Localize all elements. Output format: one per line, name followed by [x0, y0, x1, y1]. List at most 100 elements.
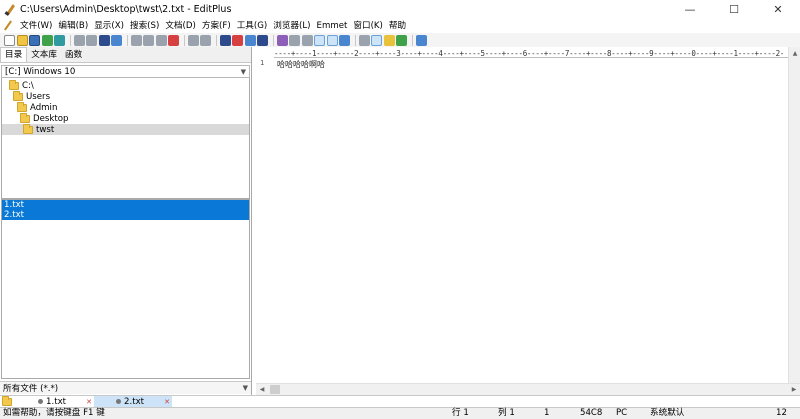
scroll-up-arrow-icon[interactable]: ▲	[789, 47, 800, 59]
folder-icon	[9, 79, 19, 90]
tab-cliptext[interactable]: 文本库	[27, 48, 61, 62]
cut-icon[interactable]	[130, 34, 142, 46]
directory-tree: C:\ Users Admin Desktop twst	[1, 78, 250, 199]
doc-tab-1[interactable]: 1.txt ✕	[16, 396, 94, 407]
tree-item-desktop[interactable]: Desktop	[2, 112, 249, 124]
vertical-scrollbar[interactable]: ▲	[788, 47, 800, 383]
menu-document[interactable]: 文档(D)	[162, 19, 199, 33]
font-icon[interactable]	[276, 34, 288, 46]
editor-area[interactable]: ----+----1----+----2----+----3----+----4…	[256, 47, 800, 395]
print-icon[interactable]	[73, 34, 85, 46]
menu-emmet[interactable]: Emmet	[314, 19, 351, 33]
delete-icon[interactable]	[168, 34, 179, 46]
drive-select[interactable]: [C:] Windows 10 ▼	[1, 65, 250, 78]
menu-project[interactable]: 方案(F)	[199, 19, 234, 33]
status-bar: 如需帮助，请按键盘 F1 键 行 1 列 1 1 54C8 PC 系统默认 12	[0, 407, 800, 419]
fullscreen-icon[interactable]	[396, 34, 407, 46]
document-icon	[116, 399, 121, 404]
cliptext-icon[interactable]	[383, 34, 395, 46]
tree-item-c-drive[interactable]: C:\	[2, 79, 249, 91]
doc-tab-2[interactable]: 2.txt ✕	[94, 396, 172, 407]
undo-icon[interactable]	[187, 34, 199, 46]
menu-search[interactable]: 搜索(S)	[127, 19, 162, 33]
left-panel-tabs: 目录 文本库 函数	[0, 47, 251, 63]
scrollbar-thumb[interactable]	[270, 385, 280, 394]
status-help: 如需帮助，请按键盘 F1 键	[3, 408, 105, 418]
window-controls: — ☐ ✕	[668, 0, 800, 19]
file-list-item[interactable]: 1.txt	[2, 200, 249, 210]
find-icon[interactable]	[219, 34, 231, 46]
menu-app-icon[interactable]	[1, 20, 17, 32]
tree-item-users[interactable]: Users	[2, 90, 249, 102]
chevron-down-icon: ▼	[242, 384, 248, 392]
new-file-icon[interactable]	[4, 34, 15, 46]
tab-close-icon[interactable]: ✕	[164, 398, 170, 406]
column-select-icon[interactable]	[326, 34, 338, 46]
print-preview-icon[interactable]	[86, 34, 97, 46]
ruler-toggle-icon[interactable]	[314, 34, 325, 46]
file-list-item[interactable]: 2.txt	[2, 210, 249, 220]
drive-select-value: [C:] Windows 10	[5, 66, 76, 77]
output-window-icon[interactable]	[371, 34, 382, 46]
directory-window-icon[interactable]	[358, 34, 370, 46]
goto-line-icon[interactable]	[257, 34, 268, 46]
tree-item-twst[interactable]: twst	[2, 123, 249, 135]
scroll-left-arrow-icon[interactable]: ◀	[256, 384, 268, 396]
menu-help[interactable]: 帮助	[386, 19, 409, 33]
status-line: 行 1	[452, 408, 469, 418]
horizontal-scrollbar[interactable]: ◀ ▶	[256, 383, 800, 395]
close-button[interactable]: ✕	[756, 0, 800, 19]
toolbar-separator	[354, 34, 356, 46]
status-selection: 1	[544, 408, 550, 418]
file-list: 1.txt 2.txt	[1, 199, 250, 379]
tree-item-admin[interactable]: Admin	[2, 101, 249, 113]
word-wrap-icon[interactable]	[289, 34, 300, 46]
status-size: 12	[776, 408, 787, 418]
find-in-files-icon[interactable]	[244, 34, 256, 46]
scroll-right-arrow-icon[interactable]: ▶	[788, 384, 800, 396]
help-icon[interactable]	[415, 34, 427, 46]
toolbar	[0, 33, 800, 47]
ftp-icon[interactable]	[54, 34, 65, 46]
editor-text-line[interactable]: 哈哈哈哈啊哈	[277, 59, 325, 70]
save-icon[interactable]	[29, 34, 40, 46]
toolbar-separator	[215, 34, 217, 46]
doc-tab-label: 2.txt	[124, 396, 145, 407]
redo-icon[interactable]	[200, 34, 211, 46]
paste-icon[interactable]	[155, 34, 167, 46]
tree-item-label: twst	[36, 124, 55, 135]
folder-icon	[13, 90, 23, 101]
menu-tools[interactable]: 工具(G)	[234, 19, 271, 33]
editplus-app-icon	[4, 3, 16, 16]
maximize-button[interactable]: ☐	[712, 0, 756, 19]
toolbar-separator	[411, 34, 413, 46]
directory-panel: 目录 文本库 函数 [C:] Windows 10 ▼ C:\ Users Ad…	[0, 47, 252, 395]
file-filter-select[interactable]: 所有文件 (*.*) ▼	[0, 381, 251, 394]
menu-window[interactable]: 窗口(K)	[350, 19, 386, 33]
folder-icon	[17, 101, 27, 112]
minimize-button[interactable]: —	[668, 0, 712, 19]
folder-icon	[20, 112, 30, 123]
copy-icon[interactable]	[143, 34, 154, 46]
tree-item-label: Desktop	[33, 113, 69, 124]
menu-view[interactable]: 显示(X)	[91, 19, 127, 33]
menu-file[interactable]: 文件(W)	[17, 19, 55, 33]
title-bar: C:\Users\Admin\Desktop\twst\2.txt - Edit…	[0, 0, 800, 19]
tab-close-icon[interactable]: ✕	[86, 398, 92, 406]
status-char-code: 54C8	[580, 408, 603, 418]
status-encoding: 系统默认	[650, 408, 685, 418]
replace-icon[interactable]	[232, 34, 243, 46]
ruler: ----+----1----+----2----+----3----+----4…	[274, 49, 800, 58]
menu-browser[interactable]: 浏览器(L)	[270, 19, 313, 33]
spell-check-icon[interactable]	[98, 34, 110, 46]
open-folder-tab-icon[interactable]	[0, 395, 16, 407]
browser-preview-icon[interactable]	[339, 34, 350, 46]
file-filter-value: 所有文件 (*.*)	[3, 384, 59, 394]
tab-directory[interactable]: 目录	[0, 47, 28, 62]
tab-functions[interactable]: 函数	[61, 48, 86, 62]
menu-edit[interactable]: 编辑(B)	[55, 19, 91, 33]
save-all-icon[interactable]	[41, 34, 53, 46]
print-setup-icon[interactable]	[111, 34, 122, 46]
line-number-icon[interactable]	[301, 34, 313, 46]
open-folder-icon[interactable]	[16, 34, 28, 46]
